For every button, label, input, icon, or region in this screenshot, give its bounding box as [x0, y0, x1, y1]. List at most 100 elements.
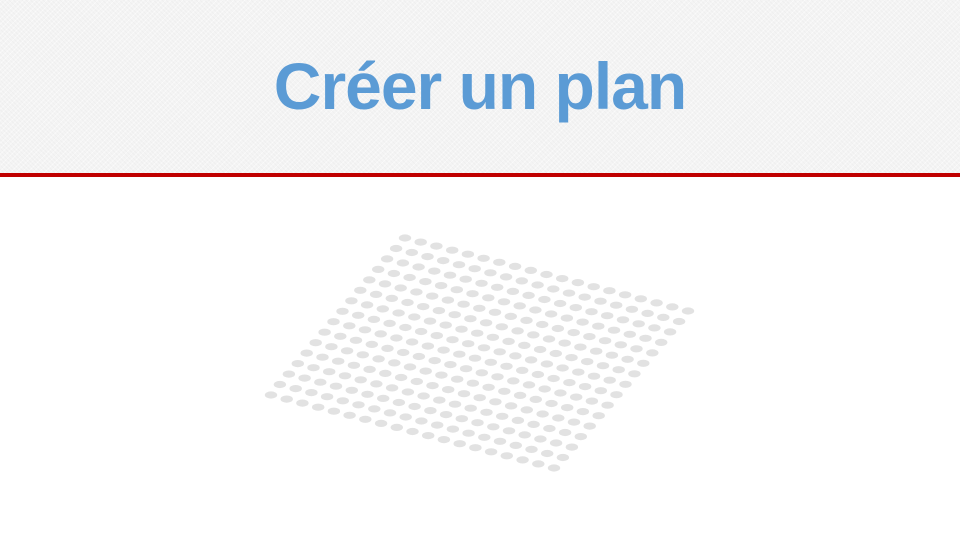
- grid-dot: [554, 389, 567, 397]
- grid-dot: [594, 387, 607, 395]
- grid-dot: [471, 329, 484, 337]
- grid-dot: [280, 395, 293, 403]
- grid-dot: [314, 378, 327, 386]
- grid-dot: [527, 331, 540, 339]
- grid-dot: [332, 357, 345, 365]
- grid-dot: [565, 443, 579, 451]
- grid-dot: [327, 407, 341, 415]
- grid-dot: [414, 238, 427, 246]
- grid-dot: [437, 346, 450, 354]
- grid-dot: [563, 379, 576, 387]
- grid-dot: [390, 423, 403, 431]
- grid-dot: [469, 444, 482, 452]
- perspective-dot-grid: [264, 234, 695, 472]
- grid-dot: [405, 338, 419, 346]
- grid-dot: [336, 307, 349, 315]
- grid-dot: [446, 425, 460, 433]
- grid-dot: [282, 370, 296, 378]
- grid-dot: [398, 234, 412, 242]
- grid-dot: [414, 327, 428, 336]
- grid-dot: [428, 267, 441, 275]
- grid-dot: [663, 328, 677, 336]
- grid-dot: [536, 410, 549, 418]
- grid-dot: [524, 356, 538, 364]
- grid-dot: [477, 344, 491, 352]
- grid-dot: [516, 366, 529, 374]
- grid-dot: [578, 293, 591, 301]
- grid-dot: [672, 317, 686, 326]
- grid-dot: [433, 396, 446, 404]
- grid-dot: [347, 361, 361, 369]
- grid-dot: [603, 287, 616, 295]
- grid-dot: [525, 445, 538, 453]
- grid-dot: [452, 261, 466, 269]
- grid-dot: [556, 364, 569, 372]
- grid-dot: [583, 333, 596, 341]
- grid-dot: [544, 310, 558, 318]
- grid-dot: [466, 379, 480, 387]
- grid-dot: [484, 358, 497, 366]
- grid-dot: [354, 286, 367, 294]
- grid-dot: [462, 429, 475, 437]
- grid-dot: [509, 441, 522, 449]
- grid-dot: [388, 359, 401, 367]
- grid-dot: [502, 427, 516, 435]
- grid-dot: [408, 402, 421, 411]
- grid-dot: [325, 343, 338, 351]
- grid-dot: [569, 304, 582, 312]
- grid-dot: [507, 377, 520, 385]
- grid-dot: [345, 386, 358, 394]
- grid-dot: [562, 289, 576, 297]
- grid-dot: [625, 305, 639, 313]
- grid-dot: [468, 265, 481, 273]
- grid-dot: [641, 309, 654, 317]
- grid-dot: [437, 436, 451, 444]
- grid-dot: [380, 255, 394, 263]
- grid-dot: [379, 369, 392, 377]
- grid-dot: [446, 336, 459, 344]
- grid-dot: [417, 303, 430, 311]
- grid-dot: [630, 345, 643, 353]
- grid-dot: [621, 355, 634, 363]
- grid-dot: [430, 242, 443, 250]
- grid-dot: [547, 285, 560, 293]
- grid-dot: [565, 354, 578, 362]
- grid-dot: [343, 411, 356, 419]
- grid-dot: [336, 397, 349, 405]
- grid-dot: [491, 283, 504, 291]
- grid-dot: [594, 297, 607, 305]
- grid-dot: [289, 385, 302, 393]
- grid-dot: [574, 343, 587, 351]
- grid-dot: [354, 376, 367, 384]
- grid-dot: [567, 329, 580, 337]
- grid-dot: [323, 368, 336, 376]
- grid-dot: [383, 319, 396, 327]
- grid-dot: [378, 280, 392, 288]
- grid-dot: [558, 428, 572, 437]
- grid-dot: [480, 408, 493, 416]
- grid-dot: [576, 318, 589, 326]
- grid-dot: [547, 464, 561, 472]
- grid-dot: [309, 339, 322, 347]
- grid-dot: [499, 273, 513, 281]
- grid-dot: [549, 439, 563, 447]
- grid-dot: [383, 409, 397, 417]
- grid-dot: [455, 415, 468, 423]
- grid-dot: [477, 254, 490, 262]
- grid-dot: [524, 266, 537, 274]
- grid-dot: [360, 301, 374, 309]
- grid-dot: [459, 365, 473, 373]
- grid-dot: [443, 271, 457, 279]
- grid-dot: [496, 412, 509, 420]
- grid-dot: [361, 390, 374, 398]
- grid-dot: [419, 367, 432, 375]
- grid-dot: [352, 401, 365, 409]
- grid-dot: [587, 372, 601, 380]
- grid-dot: [462, 340, 475, 348]
- grid-dot: [377, 394, 390, 402]
- grid-dot: [374, 419, 388, 427]
- grid-dot: [352, 311, 365, 319]
- grid-dot: [359, 415, 372, 423]
- grid-dot: [372, 265, 385, 273]
- grid-dot: [655, 338, 668, 346]
